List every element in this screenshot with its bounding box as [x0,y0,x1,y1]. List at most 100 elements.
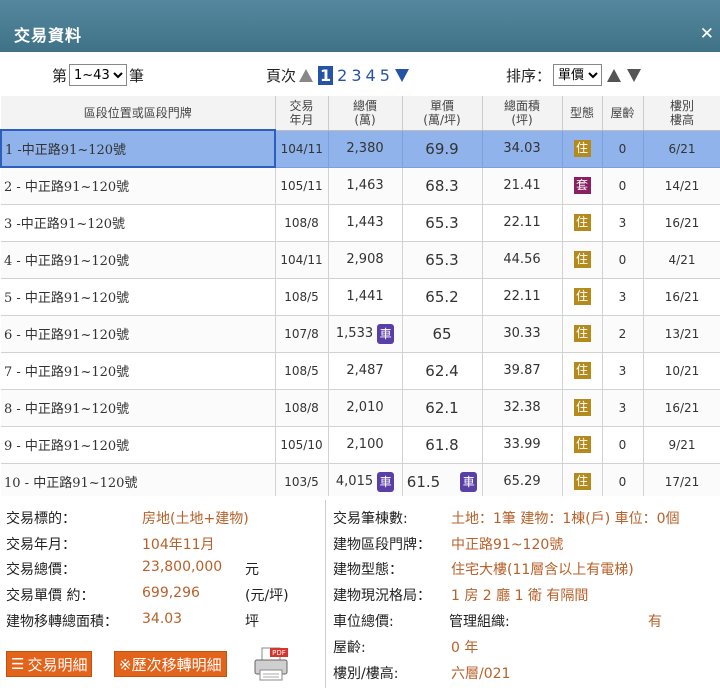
detail-label-address: 建物區段門牌： [333,537,431,553]
table-row[interactable]: 5 - 中正路91~120號 108/5 1,441 65.2 22.11 住 3 16/21 [1,278,720,316]
cell-floor: 17/21 [643,463,720,501]
cell-total: 2,380 [328,130,403,168]
table-row[interactable]: 9 - 中正路91~120號 105/10 2,100 61.8 33.99 住 0 9/21 [1,426,720,464]
cell-type: 住 [562,278,603,316]
cell-type: 住 [562,426,603,464]
header-area: 總面積 (坪) [482,96,563,131]
detail-value-layout: 1 房 2 廳 1 衛 有隔間 [451,588,589,604]
parking-badge: 車 [377,471,395,492]
table-row[interactable]: 3 -中正路91~120號 108/8 1,443 65.3 22.11 住 3 16/21 [1,204,720,242]
transfer-history-button[interactable]: ※歷次移轉明細 [114,651,227,677]
cell-unit-price: 65 [402,315,483,353]
cell-type: 住 [562,463,603,501]
cell-total: 1,533 車 [328,315,403,353]
cell-unit-price: 62.1 [402,389,483,427]
cell-type: 住 [562,204,603,242]
detail-label-floor: 樓別/樓高: [333,666,399,682]
cell-floor: 14/21 [643,167,720,205]
count-suffix: 筆 [129,66,145,85]
cell-type: 住 [562,130,603,168]
page-link-5[interactable]: 5 [380,66,390,85]
sort-descending-icon[interactable] [627,68,642,82]
transaction-detail-label: 交易明細 [27,655,88,674]
header-floor: 樓別 樓高 [643,96,720,131]
page-link-3[interactable]: 3 [351,66,361,85]
cell-date: 103/5 [275,463,329,501]
detail-label-counts: 交易筆棟數: [333,511,408,527]
cell-unit-price: 65.3 [402,241,483,279]
page-link-1[interactable]: 1 [318,65,334,85]
unit-price: 65.2 [425,287,459,306]
cell-date: 104/11 [275,241,329,279]
total-price: 2,100 [346,437,384,452]
cell-total: 2,100 [328,426,403,464]
cell-floor: 6/21 [643,130,720,168]
unit-price: 65.3 [425,213,459,232]
cell-area: 32.38 [482,389,563,427]
unit-price: 62.1 [425,398,459,417]
next-page-icon[interactable] [394,68,409,82]
sort-select[interactable]: 單價 [553,64,603,86]
detail-panel: 交易標的： 房地(土地+建物) 交易年月： 104年11月 交易總價： 23,8… [0,496,720,693]
total-price: 2,010 [346,400,384,415]
table-row[interactable]: 7 - 中正路91~120號 108/5 2,487 62.4 39.87 住 3 10/21 [1,352,720,390]
close-icon[interactable]: ✕ [700,24,714,44]
detail-label-total: 交易總價： [6,562,76,578]
list-icon: ☰ [11,655,25,673]
cell-age: 3 [602,278,644,316]
transactions-table: 區段位置或區段門牌 交易 年月 總價 (萬) 單價 (萬/坪) 總面積 (坪) 型態 屋齡樓… [0,96,720,501]
cell-unit-price: 62.4 [402,352,483,390]
cell-floor: 13/21 [643,315,720,353]
detail-label-date: 交易年月： [6,537,76,553]
page-link-2[interactable]: 2 [337,66,347,85]
cell-floor: 16/21 [643,204,720,242]
total-price: 2,487 [346,363,384,378]
table-row[interactable]: 1 -中正路91~120號 104/11 2,380 69.9 34.03 住 0 6/21 [0,129,720,168]
sort-ascending-icon[interactable] [607,68,622,82]
cell-address: 6 - 中正路91~120號 [1,315,276,353]
table-row[interactable]: 4 - 中正路91~120號 104/11 2,908 65.3 44.56 住 0 4/21 [1,241,720,279]
detail-label-unitprice: 交易單價 約： [6,588,95,604]
cell-total: 1,443 [328,204,403,242]
cell-floor: 9/21 [643,426,720,464]
cell-address: 10 - 中正路91~120號 [1,463,276,501]
cell-total: 2,010 [328,389,403,427]
record-range-control: 第 1~43 筆 [52,60,144,90]
type-badge: 住 [573,436,591,453]
cell-unit-price: 61.8 [402,426,483,464]
count-prefix: 第 [52,66,68,85]
unit-price: 65 [432,324,452,343]
detail-label-age: 屋齡: [333,640,366,656]
detail-value-address: 中正路91~120號 [451,537,564,553]
cell-date: 105/11 [275,167,329,205]
cell-unit-price: 61.5 車 [402,463,483,501]
print-pdf-icon[interactable]: PDF [252,646,292,682]
table-row[interactable]: 6 - 中正路91~120號 107/8 1,533 車 65 30.33 住 2 13/21 [1,315,720,353]
cell-type: 住 [562,241,603,279]
table-row[interactable]: 10 - 中正路91~120號 103/5 4,015 車 61.5 車 65.29 住 0 17… [1,463,720,501]
prev-page-icon[interactable] [299,68,314,82]
detail-label-management: 管理組織: [449,614,510,630]
total-price: 2,908 [346,252,384,267]
total-price: 1,463 [346,178,384,193]
table-row[interactable]: 8 - 中正路91~120號 108/8 2,010 62.1 32.38 住 3 16/21 [1,389,720,427]
transaction-detail-button[interactable]: ☰ 交易明細 [6,651,93,677]
header-total: 總價 (萬) [328,96,403,131]
detail-divider [325,500,326,688]
detail-value-floor: 六層/021 [451,666,511,682]
table-row[interactable]: 2 - 中正路91~120號 105/11 1,463 68.3 21.41 套 0 14/2… [1,167,720,205]
detail-unit-total: 元 [245,562,259,578]
title-bar: 交易資料 ✕ [0,0,720,52]
cell-area: 30.33 [482,315,563,353]
cell-age: 3 [602,352,644,390]
type-badge: 住 [573,362,591,379]
detail-value-date: 104年11月 [142,537,215,553]
detail-value-unitprice: 699,296 [142,585,200,601]
record-range-select[interactable]: 1~43 [69,64,128,86]
cell-age: 3 [602,204,644,242]
cell-address: 7 - 中正路91~120號 [1,352,276,390]
parking-badge: 車 [377,323,395,344]
type-badge: 住 [573,214,591,231]
page-link-4[interactable]: 4 [366,66,376,85]
cell-date: 108/8 [275,204,329,242]
